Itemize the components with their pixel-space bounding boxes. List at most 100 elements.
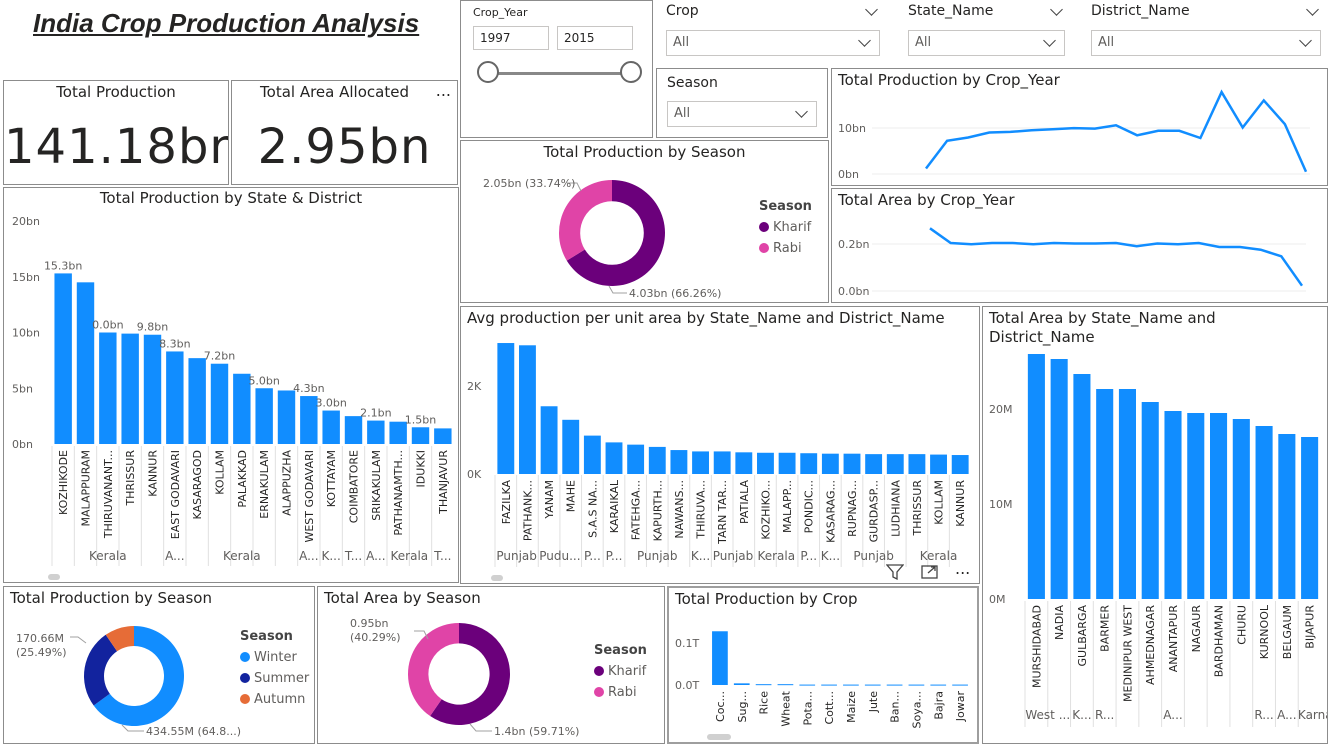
scrollbar[interactable]: [707, 734, 731, 740]
group-label: A...: [165, 549, 184, 563]
x-tick-label: LUDHIANA: [889, 480, 902, 537]
x-tick-label: KASARAG...: [824, 480, 837, 543]
crop-year-end-input[interactable]: 2015: [557, 26, 633, 50]
group-label: Punjab: [853, 549, 894, 563]
title-panel: India Crop Production Analysis: [3, 2, 457, 78]
legend: Season Kharif Rabi: [759, 199, 812, 256]
crop-dropdown[interactable]: All: [666, 30, 880, 56]
chevron-down-icon[interactable]: [1050, 3, 1063, 16]
x-tick-label: EAST GODAVARI: [169, 450, 182, 539]
bar: [1027, 354, 1045, 599]
data-label: (40.29%): [350, 631, 401, 644]
state-dropdown[interactable]: All: [908, 30, 1065, 56]
area-season-chart[interactable]: Total Area by Season 1.4bn (59.71%) 0.95b…: [317, 586, 665, 744]
legend-item[interactable]: Rabi: [594, 685, 647, 700]
y-tick-label: 0.0bn: [838, 285, 869, 298]
group-label: A...: [366, 549, 385, 563]
x-tick-label: Sug...: [736, 691, 749, 722]
x-tick-label: MAHE: [565, 480, 578, 512]
x-tick-label: THRISSUR: [911, 480, 924, 537]
prod-season-top-chart[interactable]: Total Production by Season 4.03bn (66.26…: [460, 140, 829, 303]
bar: [843, 453, 861, 474]
y-tick-label: 0.1T: [675, 637, 699, 650]
bar: [99, 332, 117, 444]
chart-svg: 0.0bn 0.2bn: [838, 227, 1306, 298]
legend-item[interactable]: Winter: [240, 650, 309, 665]
group-label: P...: [584, 549, 601, 563]
bar: [821, 453, 839, 474]
x-tick-label: Cott...: [823, 691, 836, 725]
chevron-down-icon[interactable]: [1306, 3, 1319, 16]
x-tick-label: Maize: [845, 691, 858, 723]
legend-item[interactable]: Rabi: [759, 241, 812, 256]
x-tick-label: BIJAPUR: [1304, 605, 1317, 649]
bar: [733, 683, 750, 685]
slider-handle-start[interactable]: [477, 61, 499, 83]
focus-mode-icon[interactable]: [921, 564, 939, 580]
x-tick-label: GURDASP...: [868, 480, 881, 542]
leader-line: [608, 285, 627, 294]
x-tick-label: KOZHIKO...: [759, 480, 772, 540]
district-slicer[interactable]: District_Name All: [1081, 0, 1331, 66]
legend-item[interactable]: Autumn: [240, 692, 309, 707]
season-dropdown[interactable]: All: [667, 101, 817, 127]
card-value: 2.95bn: [257, 119, 432, 175]
x-tick-label: KOLLAM: [933, 480, 946, 525]
slider-track[interactable]: [489, 72, 631, 75]
legend-item[interactable]: Kharif: [594, 664, 647, 679]
crop-year-start-input[interactable]: 1997: [473, 26, 549, 50]
x-tick-label: NADIA: [1053, 605, 1066, 640]
bar: [367, 420, 385, 444]
bar: [1141, 402, 1159, 599]
legend: Season Kharif Rabi: [594, 643, 647, 700]
x-tick-label: THRISSUR: [124, 450, 137, 507]
y-tick-label: 0M: [989, 593, 1006, 606]
scrollbar[interactable]: [491, 575, 503, 581]
area-state-district-chart[interactable]: Total Area by State_Name and District_Na…: [982, 306, 1328, 744]
group-label: Kerala: [89, 549, 127, 563]
crop-slicer-title: Crop: [666, 3, 699, 19]
group-label: Pudu...: [539, 549, 580, 563]
legend-item[interactable]: Summer: [240, 671, 309, 686]
crop-slicer[interactable]: Crop All: [656, 0, 890, 66]
chevron-down-icon[interactable]: [865, 3, 878, 16]
y-tick-label: 20bn: [12, 215, 40, 228]
prod-year-chart[interactable]: Total Production by Crop_Year 0bn 10bn: [831, 68, 1328, 186]
x-tick-label: BARDHAMAN: [1213, 605, 1226, 677]
x-tick-label: KARAIKAL: [608, 479, 621, 533]
prod-crop-chart[interactable]: Total Production by Crop 0.0T 0.1T Coc... S…: [667, 586, 979, 744]
slider-handle-end[interactable]: [620, 61, 642, 83]
scrollbar[interactable]: [48, 574, 60, 580]
bar: [713, 451, 731, 474]
area-year-chart[interactable]: Total Area by Crop_Year 0.0bn 0.2bn: [831, 188, 1328, 303]
x-tick-label: S.A.S NA...: [586, 480, 599, 538]
x-tick-label: Jowar: [954, 691, 967, 723]
bar: [1278, 434, 1296, 599]
district-dropdown[interactable]: All: [1091, 30, 1321, 56]
group-label: Kerala: [920, 549, 958, 563]
leader-line: [70, 636, 87, 644]
bar: [76, 282, 95, 444]
data-label: 2.05bn (33.74%): [483, 177, 575, 190]
avg-prod-chart[interactable]: Avg production per unit area by State_Na…: [460, 306, 980, 584]
legend-item[interactable]: Kharif: [759, 220, 812, 235]
state-slicer[interactable]: State_Name All: [898, 0, 1075, 66]
bar: [1118, 389, 1136, 599]
crop-year-slicer[interactable]: Crop_Year 1997 2015: [460, 0, 653, 138]
prod-season-bottom-chart[interactable]: Total Production by Season 434.55M (64.8…: [3, 586, 315, 744]
filter-icon[interactable]: [885, 564, 905, 581]
x-tick-label: KAPURTH...: [651, 480, 664, 541]
prod-state-district-chart[interactable]: Total Production by State & District 0bn…: [3, 187, 459, 583]
season-slicer-title: Season: [667, 75, 718, 91]
season-slicer[interactable]: Season All: [656, 68, 828, 138]
more-options-icon[interactable]: ...: [955, 559, 970, 578]
x-tick-label: IDUKKI: [415, 450, 428, 487]
group-label: P...: [800, 549, 817, 563]
group-label: A...: [1163, 708, 1182, 722]
more-options-icon[interactable]: ...: [436, 81, 451, 100]
bar: [865, 454, 883, 474]
data-label: 2.1bn: [360, 407, 391, 420]
x-tick-label: Pota...: [801, 691, 814, 726]
y-tick-label: 5bn: [12, 382, 33, 395]
data-label: 7.2bn: [204, 350, 235, 363]
